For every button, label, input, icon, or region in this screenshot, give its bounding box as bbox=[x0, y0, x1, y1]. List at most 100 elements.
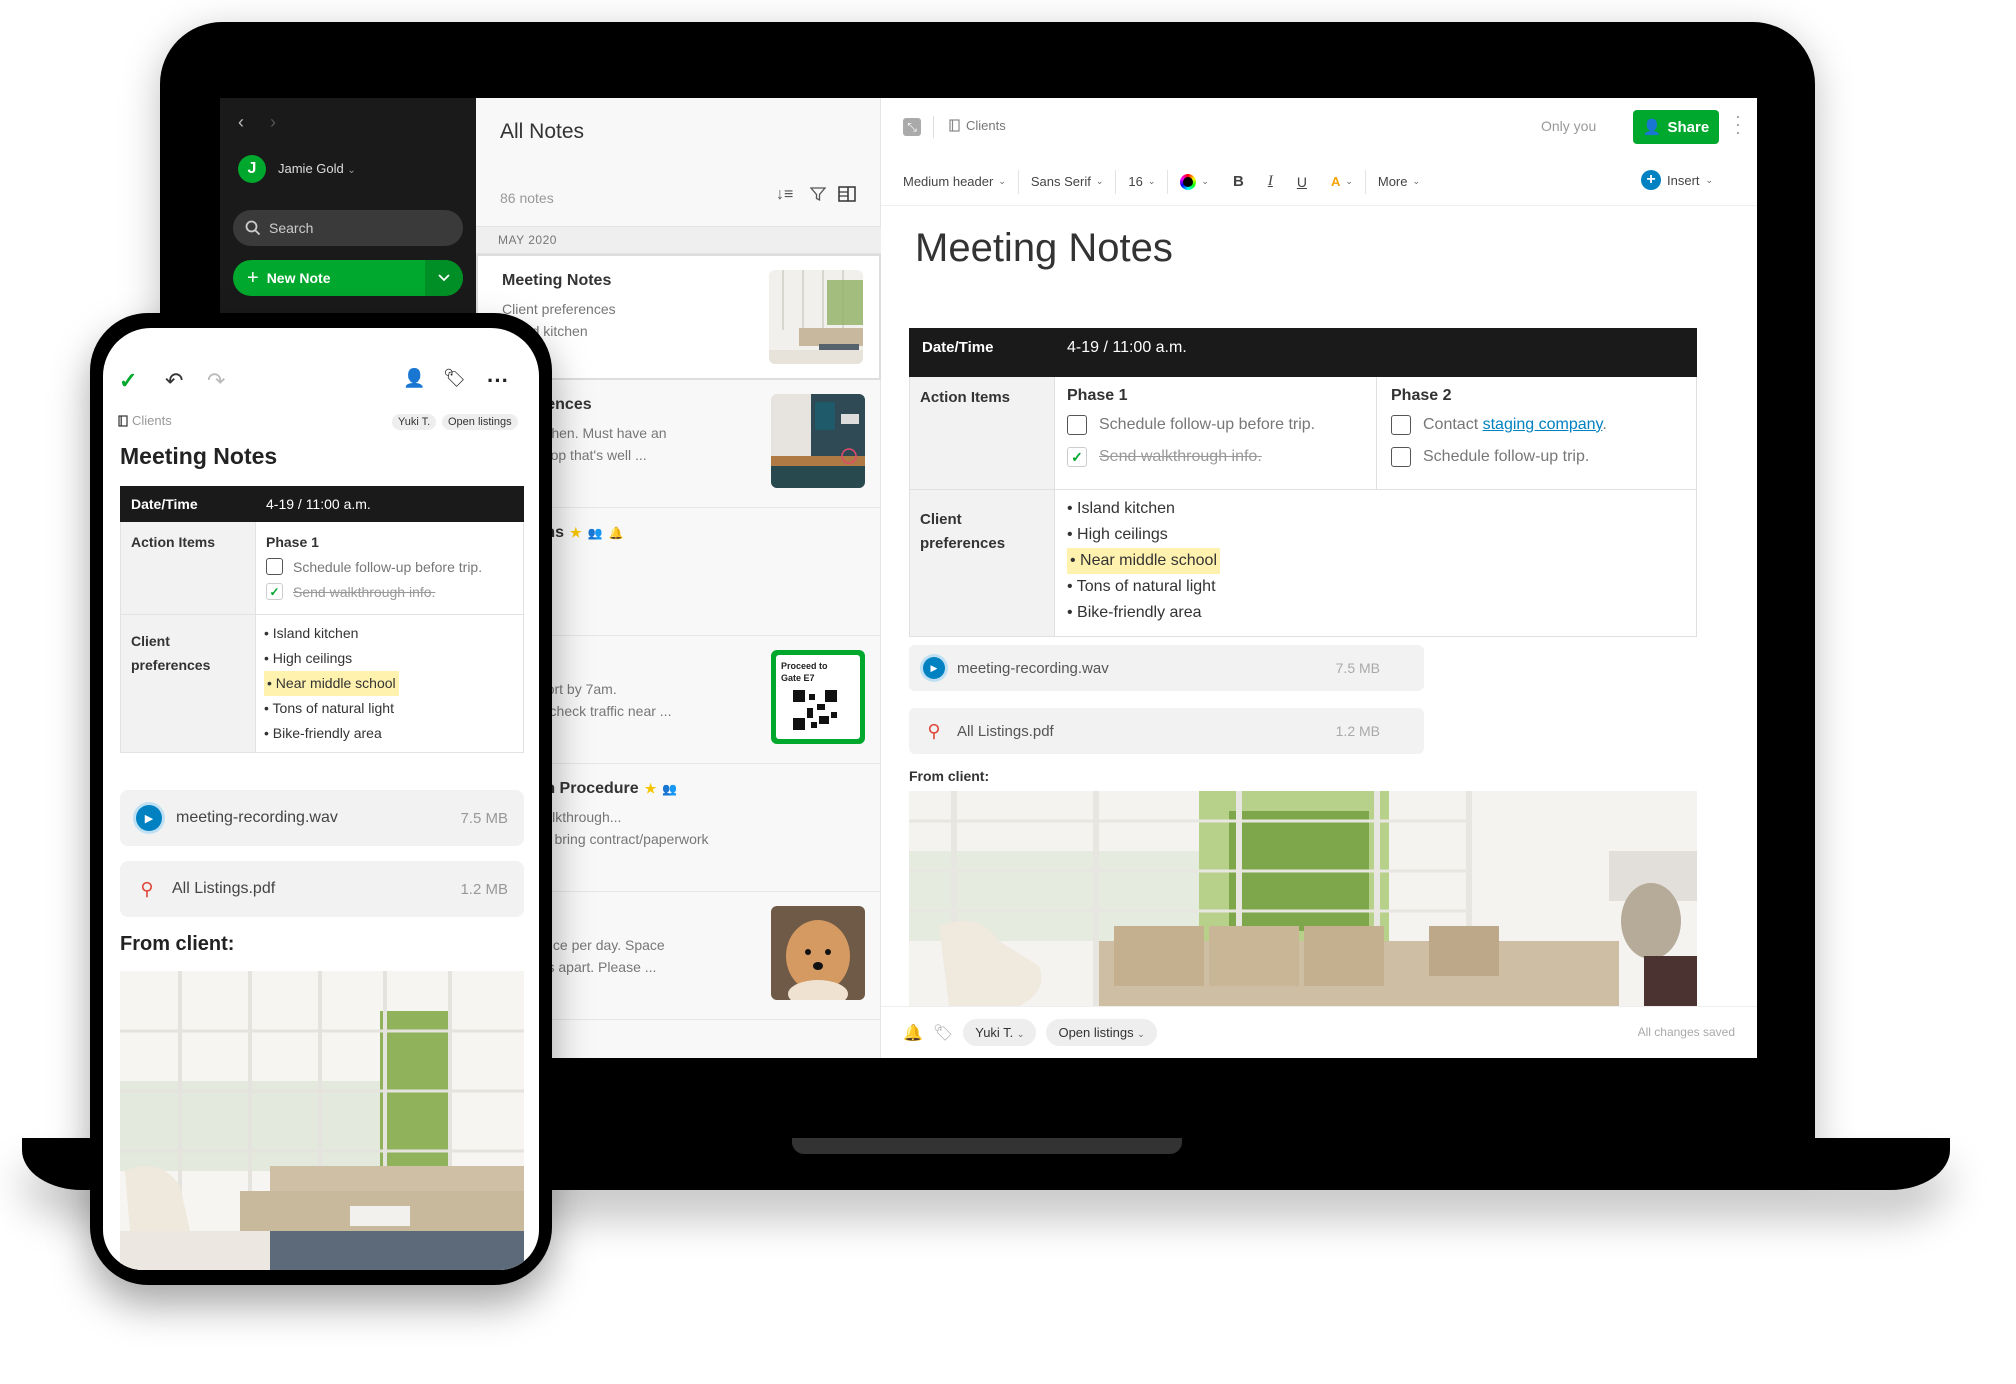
phase-1-cell: Phase 1 Schedule follow-up before trip. … bbox=[1054, 376, 1377, 490]
new-note-dropdown[interactable] bbox=[425, 260, 463, 296]
attachment-audio[interactable]: ▶ meeting-recording.wav 7.5 MB bbox=[120, 790, 524, 846]
attachment-name: meeting-recording.wav bbox=[176, 809, 338, 826]
user-name: Jamie Gold bbox=[278, 161, 344, 176]
note-thumbnail-dog bbox=[771, 906, 865, 1000]
plus-icon: + bbox=[247, 266, 259, 289]
chevron-down-icon bbox=[438, 274, 450, 282]
text-color-dropdown[interactable]: ⌄ bbox=[1168, 170, 1221, 194]
checkbox[interactable] bbox=[1067, 415, 1087, 435]
notebook-breadcrumb[interactable]: Clients bbox=[118, 413, 172, 428]
boarding-pass-gate: Gate E7 bbox=[781, 673, 815, 683]
underline-button[interactable]: U bbox=[1285, 170, 1319, 194]
datetime-label: Date/Time bbox=[909, 328, 1055, 377]
chevron-down-icon: ⌄ bbox=[1412, 176, 1421, 186]
sharing-status: Only you bbox=[1541, 118, 1597, 134]
font-size-dropdown[interactable]: 16 ⌄ bbox=[1116, 169, 1169, 194]
task-item: Schedule follow-up before trip. bbox=[1067, 415, 1364, 435]
more-dropdown[interactable]: More ⌄ bbox=[1366, 170, 1432, 194]
account-switcher[interactable]: Jamie Gold ⌄ bbox=[278, 161, 356, 176]
note-table: Date/Time 4-19 / 11:00 a.m. Action Items… bbox=[909, 328, 1697, 637]
forward-arrow-icon[interactable]: › bbox=[270, 112, 276, 133]
redo-icon[interactable]: ↷ bbox=[207, 368, 225, 394]
notebook-name: Clients bbox=[132, 413, 172, 428]
search-icon bbox=[245, 220, 261, 236]
view-options-icon[interactable] bbox=[838, 186, 856, 207]
attachment-pdf[interactable]: ⚲ All Listings.pdf 1.2 MB bbox=[120, 861, 524, 917]
insert-dropdown[interactable]: + Insert ⌄ bbox=[1641, 170, 1713, 190]
paragraph-style-dropdown[interactable]: Medium header ⌄ bbox=[903, 169, 1019, 194]
share-person-icon[interactable]: 👤 bbox=[403, 368, 425, 389]
new-note-main[interactable]: + New Note bbox=[233, 267, 425, 290]
share-button[interactable]: 👤 Share bbox=[1633, 110, 1719, 144]
attachment-pdf[interactable]: ⚲ All Listings.pdf 1.2 MB bbox=[909, 708, 1424, 754]
undo-icon[interactable]: ↶ bbox=[165, 368, 183, 394]
more-options-icon[interactable]: ··· bbox=[487, 368, 509, 394]
attachment-audio[interactable]: ▶ meeting-recording.wav 7.5 MB bbox=[909, 645, 1424, 691]
note-thumbnail-boarding-pass: Proceed to Gate E7 bbox=[771, 650, 865, 744]
play-icon[interactable]: ▶ bbox=[136, 805, 162, 831]
tag-pill[interactable]: Yuki T. bbox=[392, 414, 437, 430]
checkbox[interactable] bbox=[1391, 447, 1411, 467]
notebook-breadcrumb[interactable]: Clients bbox=[949, 118, 1006, 133]
tag-pill[interactable]: Open listings ⌄ bbox=[1046, 1019, 1157, 1046]
star-icon: ★ bbox=[570, 525, 582, 540]
task-item: ✓ Send walkthrough info. bbox=[266, 583, 513, 600]
client-preferences-label: Client preferences bbox=[120, 614, 256, 753]
note-title[interactable]: Meeting Notes bbox=[915, 226, 1173, 271]
datetime-value[interactable]: 4-19 / 11:00 a.m. bbox=[1054, 328, 1697, 377]
list-item: • Tons of natural light bbox=[264, 700, 394, 716]
checkbox[interactable] bbox=[1391, 415, 1411, 435]
chevron-down-icon: ⌄ bbox=[998, 176, 1006, 186]
new-note-button[interactable]: + New Note bbox=[233, 260, 463, 296]
sort-icon[interactable]: ↓≡ bbox=[776, 186, 793, 204]
add-person-icon: 👤 bbox=[1642, 119, 1662, 136]
divider bbox=[933, 116, 934, 138]
checkbox-checked[interactable]: ✓ bbox=[1067, 447, 1087, 467]
list-item: • High ceilings bbox=[1067, 526, 1168, 543]
list-item-highlighted: • Near middle school bbox=[1067, 548, 1684, 574]
editor-footer: 🔔 🏷 Yuki T. ⌄ Open listings ⌄ All change… bbox=[881, 1006, 1757, 1058]
note-table: Date/Time 4-19 / 11:00 a.m. Action Items… bbox=[120, 486, 524, 753]
tag-add-icon[interactable]: 🏷 bbox=[443, 368, 466, 389]
task-item: ✓ Send walkthrough info. bbox=[1067, 447, 1364, 467]
datetime-value[interactable]: 4-19 / 11:00 a.m. bbox=[255, 486, 524, 522]
task-item: Schedule follow-up trip. bbox=[1391, 447, 1682, 467]
reminder-add-icon[interactable]: 🔔 bbox=[903, 1023, 923, 1043]
from-client-label: From client: bbox=[120, 933, 235, 955]
tag-add-icon[interactable]: 🏷 bbox=[933, 1023, 953, 1043]
phase-1-title: Phase 1 bbox=[266, 534, 319, 550]
list-item: • Island kitchen bbox=[264, 625, 359, 641]
action-items-label: Action Items bbox=[909, 376, 1055, 490]
staging-company-link[interactable]: staging company bbox=[1483, 416, 1603, 433]
more-options-icon[interactable]: ··· bbox=[1733, 107, 1743, 141]
chevron-down-icon: ⌄ bbox=[1201, 176, 1209, 186]
tag-pill[interactable]: Yuki T. ⌄ bbox=[963, 1019, 1037, 1046]
list-item: • Bike-friendly area bbox=[264, 725, 382, 741]
checkbox[interactable] bbox=[266, 558, 283, 575]
phone-frame: ✓ ↶ ↷ 👤 🏷 ··· Clients Yuki T. Open listi… bbox=[90, 313, 552, 1285]
notebook-icon bbox=[118, 414, 128, 427]
phase-2-cell: Phase 2 Contact staging company. Schedul… bbox=[1376, 376, 1697, 490]
chevron-down-icon: ⌄ bbox=[1095, 176, 1104, 186]
qr-code-icon bbox=[793, 690, 837, 730]
play-icon[interactable]: ▶ bbox=[923, 657, 945, 679]
note-title[interactable]: Meeting Notes bbox=[120, 443, 277, 470]
note-thumbnail-living-room bbox=[769, 270, 863, 364]
preferences-list: • Island kitchen • High ceilings • Near … bbox=[1054, 489, 1697, 637]
pdf-icon: ⚲ bbox=[140, 878, 154, 899]
laptop-notch bbox=[792, 1138, 1182, 1154]
bold-button[interactable]: B bbox=[1221, 170, 1256, 194]
task-item: Schedule follow-up before trip. bbox=[266, 558, 513, 575]
highlight-dropdown[interactable]: A ⌄ bbox=[1319, 169, 1366, 194]
checkbox-checked[interactable]: ✓ bbox=[266, 583, 283, 600]
filter-icon[interactable] bbox=[809, 186, 827, 207]
done-check-icon[interactable]: ✓ bbox=[119, 368, 137, 394]
formatting-toolbar: Medium header ⌄ Sans Serif ⌄ 16 ⌄ ⌄ B I U A… bbox=[881, 158, 1757, 206]
avatar[interactable]: J bbox=[238, 155, 266, 183]
italic-button[interactable]: I bbox=[1256, 170, 1285, 194]
back-arrow-icon[interactable]: ‹ bbox=[238, 112, 244, 133]
font-family-dropdown[interactable]: Sans Serif ⌄ bbox=[1019, 169, 1117, 194]
search-input[interactable]: Search bbox=[233, 210, 463, 246]
tag-pill[interactable]: Open listings bbox=[442, 414, 518, 430]
expand-icon[interactable]: ⤡ bbox=[903, 118, 921, 136]
